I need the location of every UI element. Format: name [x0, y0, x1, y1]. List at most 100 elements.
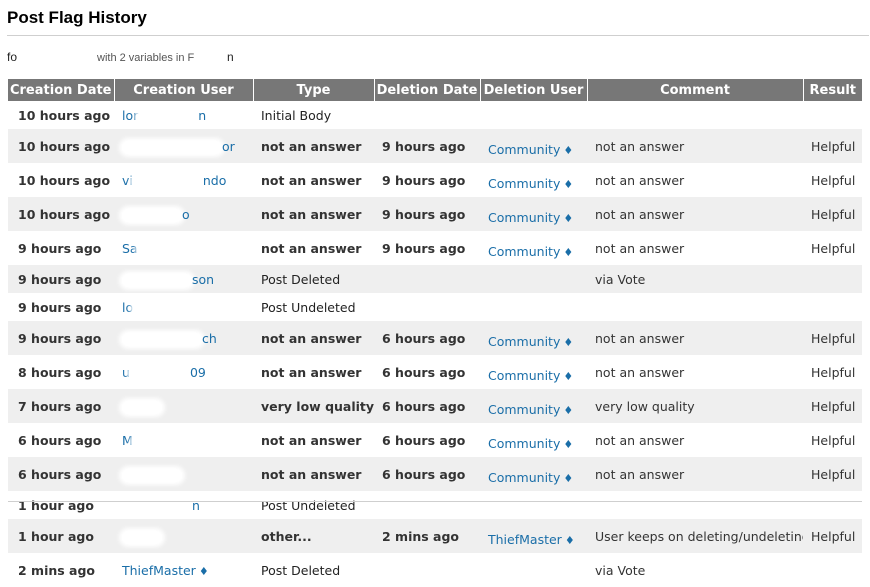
creation-user-name[interactable]: M — [122, 433, 133, 448]
creation-date: 8 hours ago — [18, 364, 102, 380]
deletion-user-name[interactable]: Community — [488, 334, 560, 349]
table-row: 10 hours ago o not an answer 9 hours ago Com… — [8, 197, 862, 231]
header-deletion-date[interactable]: Deletion Date — [374, 79, 481, 101]
deletion-user-link[interactable]: Community ♦ — [480, 321, 587, 355]
flag-comment — [587, 101, 803, 129]
deletion-user-name[interactable]: Community — [488, 436, 560, 451]
deletion-user-link[interactable] — [480, 293, 587, 321]
deletion-date: 2 mins ago — [374, 519, 480, 553]
creation-user-tail[interactable]: n — [192, 498, 200, 513]
redaction-blur — [122, 530, 162, 544]
deletion-user-link[interactable]: Community ♦ — [480, 197, 587, 231]
flag-type: very low quality — [253, 389, 374, 423]
flag-result — [803, 293, 862, 321]
creation-user-link[interactable] — [114, 519, 253, 553]
deletion-user-link[interactable]: ThiefMaster ♦ — [480, 519, 587, 553]
table-row: 9 hours ago Sa not an answer 9 hours ago Com… — [8, 231, 862, 265]
creation-user-link[interactable]: lo — [114, 293, 253, 321]
deletion-user-link[interactable] — [480, 553, 587, 587]
table-header-row: Creation Date Creation User Type Deletio… — [8, 79, 862, 101]
creation-user-link[interactable]: ch — [114, 321, 253, 355]
deletion-user-link[interactable]: Community ♦ — [480, 355, 587, 389]
flag-comment: not an answer — [595, 172, 685, 188]
deletion-user-link[interactable]: Community ♦ — [480, 129, 587, 163]
creation-user-name[interactable]: u — [122, 365, 130, 380]
creation-user-link[interactable]: u 09 — [114, 355, 253, 389]
flag-result: Helpful — [803, 129, 862, 163]
creation-user-link[interactable]: Sa — [114, 231, 253, 265]
creation-user-link[interactable]: ThiefMaster ♦ — [114, 553, 253, 587]
flag-result: Helpful — [803, 321, 862, 355]
flag-history-table: Creation Date Creation User Type Deletio… — [8, 79, 862, 587]
creation-user-name[interactable]: lor — [122, 108, 138, 123]
moderator-diamond-icon: ♦ — [198, 564, 209, 578]
flag-comment: not an answer — [587, 129, 803, 163]
title-divider — [7, 35, 869, 36]
creation-user-name[interactable]: vi — [122, 173, 133, 188]
creation-user-tail[interactable]: o — [182, 207, 190, 222]
deletion-date: 9 hours ago — [374, 197, 480, 231]
deletion-user-link[interactable] — [480, 101, 587, 129]
creation-user-name[interactable]: ThiefMaster — [122, 563, 196, 578]
flag-result — [803, 265, 862, 293]
deletion-user-link[interactable] — [480, 265, 587, 293]
deletion-user-link[interactable]: Community ♦ — [480, 423, 587, 457]
deletion-user-link[interactable]: Community ♦ — [480, 457, 587, 491]
header-type[interactable]: Type — [253, 79, 375, 101]
header-comment[interactable]: Comment — [587, 79, 804, 101]
creation-user-name[interactable]: Sa — [122, 241, 138, 256]
creation-date: 1 hour ago — [18, 497, 94, 513]
deletion-user-link[interactable]: Community ♦ — [480, 163, 587, 197]
table-row: 10 hours ago lor n Initial Body — [8, 101, 862, 129]
redaction-blur — [138, 109, 199, 123]
creation-user-link[interactable]: son — [114, 265, 253, 293]
deletion-date — [374, 553, 480, 587]
creation-user-tail[interactable]: 09 — [190, 365, 206, 380]
deletion-user-link[interactable]: Community ♦ — [480, 389, 587, 423]
deletion-user-name[interactable]: Community — [488, 142, 560, 157]
flag-type: not an answer — [261, 172, 362, 188]
deletion-user-link[interactable] — [480, 491, 587, 519]
deletion-user-name[interactable]: Community — [488, 210, 560, 225]
creation-user-link[interactable]: n — [114, 491, 253, 519]
deletion-user-link[interactable]: Community ♦ — [480, 231, 587, 265]
deletion-user-name[interactable]: Community — [488, 368, 560, 383]
deletion-date: 6 hours ago — [374, 321, 480, 355]
deletion-date: 6 hours ago — [382, 432, 466, 448]
creation-user-link[interactable] — [114, 457, 253, 491]
creation-user-link[interactable]: M — [114, 423, 253, 457]
creation-user-tail[interactable]: or — [222, 139, 235, 154]
flag-result — [803, 553, 862, 587]
creation-user-link[interactable]: o — [114, 197, 253, 231]
flag-comment: very low quality — [587, 389, 803, 423]
deletion-user-name[interactable]: ThiefMaster — [488, 532, 562, 547]
deletion-user-name[interactable]: Community — [488, 244, 560, 259]
header-creation-user[interactable]: Creation User — [114, 79, 254, 101]
creation-user-link[interactable] — [114, 389, 253, 423]
creation-user-link[interactable]: or — [114, 129, 253, 163]
creation-user-link[interactable]: lor n — [114, 101, 253, 129]
deletion-user-name[interactable]: Community — [488, 470, 560, 485]
creation-user-tail[interactable]: ndo — [203, 173, 227, 188]
creation-user-tail[interactable]: ch — [202, 331, 217, 346]
creation-date: 7 hours ago — [8, 389, 114, 423]
header-result[interactable]: Result — [803, 79, 862, 101]
creation-user-tail[interactable]: n — [198, 108, 206, 123]
flag-comment — [587, 491, 803, 519]
table-row: 1 hour ago other... 2 mins ago ThiefMaster ♦… — [8, 519, 862, 553]
moderator-diamond-icon: ♦ — [563, 211, 574, 225]
header-creation-date[interactable]: Creation Date — [8, 79, 115, 101]
creation-user-name[interactable]: lo — [122, 300, 133, 315]
flag-comment: not an answer — [595, 240, 685, 256]
moderator-diamond-icon: ♦ — [563, 335, 574, 349]
deletion-user-name[interactable]: Community — [488, 402, 560, 417]
creation-user-link[interactable]: vi ndo — [114, 163, 253, 197]
table-row: 10 hours ago or not an answer 9 hours ago Co… — [8, 129, 862, 163]
flag-comment: not an answer — [587, 457, 803, 491]
header-deletion-user[interactable]: Deletion User — [480, 79, 588, 101]
deletion-user-name[interactable]: Community — [488, 176, 560, 191]
post-title-line[interactable]: fo with 2 variables in F n — [7, 50, 234, 64]
redaction-blur — [132, 174, 203, 188]
creation-date: 10 hours ago — [18, 107, 111, 123]
creation-user-tail[interactable]: son — [192, 272, 214, 287]
